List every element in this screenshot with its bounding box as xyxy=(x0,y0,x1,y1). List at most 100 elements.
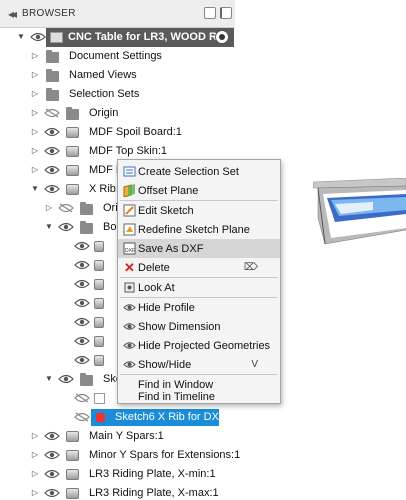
tree-item-main-y-spars[interactable]: ▷ Main Y Spars:1 xyxy=(0,427,235,446)
expand-toggle-icon[interactable]: ▼ xyxy=(16,32,26,42)
panel-pin-icon[interactable] xyxy=(220,7,232,19)
eye-icon[interactable] xyxy=(74,260,90,270)
eye-icon[interactable] xyxy=(58,222,74,232)
menu-create-selection-set[interactable]: Create Selection Set xyxy=(118,162,280,181)
redefine-plane-icon xyxy=(123,223,136,236)
svg-text:DXF: DXF xyxy=(125,248,135,254)
menu-redefine-sketch-plane[interactable]: Redefine Sketch Plane xyxy=(118,220,280,239)
tree-item-origin[interactable]: ▷ Origin xyxy=(0,104,235,123)
body-icon xyxy=(94,279,104,290)
tree-item-label: Selection Sets xyxy=(69,88,140,100)
collapse-panel-icon[interactable]: ◂◂ xyxy=(0,7,22,21)
look-at-icon xyxy=(123,281,136,294)
menu-look-at[interactable]: Look At xyxy=(118,278,280,297)
eye-icon[interactable] xyxy=(74,279,90,289)
body-icon xyxy=(94,317,104,328)
eye-hidden-icon[interactable] xyxy=(44,108,60,118)
body-icon xyxy=(94,260,104,271)
expand-toggle-icon[interactable]: ▷ xyxy=(30,450,40,460)
eye-hidden-icon[interactable] xyxy=(74,393,90,403)
menu-show-dimension[interactable]: Show Dimension xyxy=(118,317,280,336)
activate-radio-icon[interactable] xyxy=(215,30,229,44)
expand-toggle-icon[interactable]: ▷ xyxy=(44,203,54,213)
tree-item-label: Main Y Spars:1 xyxy=(89,430,164,442)
viewport-model-preview[interactable] xyxy=(313,178,406,248)
body-icon xyxy=(94,241,104,252)
tree-root-row[interactable]: ▼ CNC Table for LR3, WOOD R... xyxy=(0,28,235,47)
eye-hidden-icon[interactable] xyxy=(74,412,90,422)
eye-icon[interactable] xyxy=(44,146,60,156)
menu-hide-profile[interactable]: Hide Profile xyxy=(118,298,280,317)
eye-icon xyxy=(123,358,136,371)
menu-edit-sketch[interactable]: Edit Sketch xyxy=(118,201,280,220)
expand-toggle-icon[interactable]: ▷ xyxy=(30,146,40,156)
menu-offset-plane[interactable]: Offset Plane xyxy=(118,181,280,200)
eye-icon[interactable] xyxy=(44,184,60,194)
component-icon xyxy=(66,146,79,157)
expand-toggle-icon[interactable]: ▷ xyxy=(30,469,40,479)
expand-toggle-icon[interactable]: ▼ xyxy=(44,222,54,232)
eye-icon[interactable] xyxy=(44,469,60,479)
component-icon xyxy=(66,127,79,138)
expand-toggle-icon[interactable]: ▷ xyxy=(30,70,40,80)
tree-item-document-settings[interactable]: ▷ Document Settings xyxy=(0,47,235,66)
tree-item-mdf-spoil-board[interactable]: ▷ MDF Spoil Board:1 xyxy=(0,123,235,142)
expand-toggle-icon[interactable]: ▼ xyxy=(44,374,54,384)
browser-header: ◂◂ BROWSER xyxy=(0,0,235,28)
expand-toggle-icon[interactable]: ▷ xyxy=(30,165,40,175)
eye-icon[interactable] xyxy=(44,488,60,498)
root-component-bar[interactable]: CNC Table for LR3, WOOD R... xyxy=(46,28,234,47)
panel-options-icon[interactable] xyxy=(204,7,216,19)
expand-toggle-icon[interactable]: ▷ xyxy=(30,488,40,498)
eye-icon xyxy=(123,320,136,333)
shortcut-label: V xyxy=(251,359,258,370)
eye-icon[interactable] xyxy=(74,317,90,327)
tree-item-sketch6[interactable]: Sketch6 X Rib for DXF xyxy=(0,408,235,427)
menu-hide-projected-geometries[interactable]: Hide Projected Geometries xyxy=(118,336,280,355)
eye-icon[interactable] xyxy=(44,431,60,441)
component-icon xyxy=(66,165,79,176)
expand-toggle-icon[interactable]: ▼ xyxy=(30,184,40,194)
eye-icon[interactable] xyxy=(74,355,90,365)
eye-icon[interactable] xyxy=(74,336,90,346)
component-icon xyxy=(66,469,79,480)
body-icon xyxy=(94,298,104,309)
menu-item-label: Create Selection Set xyxy=(138,165,239,178)
eye-icon[interactable] xyxy=(44,127,60,137)
eye-icon[interactable] xyxy=(44,165,60,175)
tree-item-lr3-x-min[interactable]: ▷ LR3 Riding Plate, X-min:1 xyxy=(0,465,235,484)
menu-show-hide[interactable]: Show/Hide V xyxy=(118,355,280,374)
eye-icon[interactable] xyxy=(58,374,74,384)
menu-save-as-dxf[interactable]: DXF Save As DXF xyxy=(118,239,280,258)
expand-toggle-icon[interactable]: ▷ xyxy=(30,127,40,137)
eye-icon[interactable] xyxy=(74,298,90,308)
eye-icon xyxy=(123,339,136,352)
expand-toggle-icon[interactable]: ▷ xyxy=(30,108,40,118)
folder-icon xyxy=(80,202,93,215)
tree-item-lr3-x-max[interactable]: ▷ LR3 Riding Plate, X-max:1 xyxy=(0,484,235,500)
eye-hidden-icon[interactable] xyxy=(58,203,74,213)
selected-highlight[interactable]: Sketch6 X Rib for DXF xyxy=(91,409,226,426)
tree-item-named-views[interactable]: ▷ Named Views xyxy=(0,66,235,85)
expand-toggle-icon[interactable]: ▷ xyxy=(30,51,40,61)
eye-icon[interactable] xyxy=(74,241,90,251)
expand-toggle-icon[interactable]: ▷ xyxy=(30,431,40,441)
tree-item-label: Origin xyxy=(89,107,119,119)
body-icon xyxy=(94,355,104,366)
sketch-error-icon xyxy=(96,413,105,422)
tree-item-selection-sets[interactable]: ▷ Selection Sets xyxy=(0,85,235,104)
menu-find-in-timeline[interactable]: Find in Timeline xyxy=(118,391,280,404)
tree-item-minor-y-spars[interactable]: ▷ Minor Y Spars for Extensions:1 xyxy=(0,446,240,465)
tree-item-label: Ori xyxy=(103,202,118,214)
menu-item-label: Hide Projected Geometries xyxy=(138,339,271,352)
expand-toggle-icon[interactable]: ▷ xyxy=(30,89,40,99)
sketch-icon xyxy=(94,393,105,404)
tree-item-label: LR3 Riding Plate, X-max:1 xyxy=(89,487,219,499)
menu-delete[interactable]: ✕ Delete ⌦ xyxy=(118,258,280,277)
eye-icon[interactable] xyxy=(44,450,60,460)
eye-icon[interactable] xyxy=(30,32,46,42)
tree-item-label: Document Settings xyxy=(69,50,162,62)
shortcut-label: ⌦ xyxy=(243,262,258,273)
selection-set-icon xyxy=(123,165,136,178)
menu-item-label: Offset Plane xyxy=(138,184,199,197)
